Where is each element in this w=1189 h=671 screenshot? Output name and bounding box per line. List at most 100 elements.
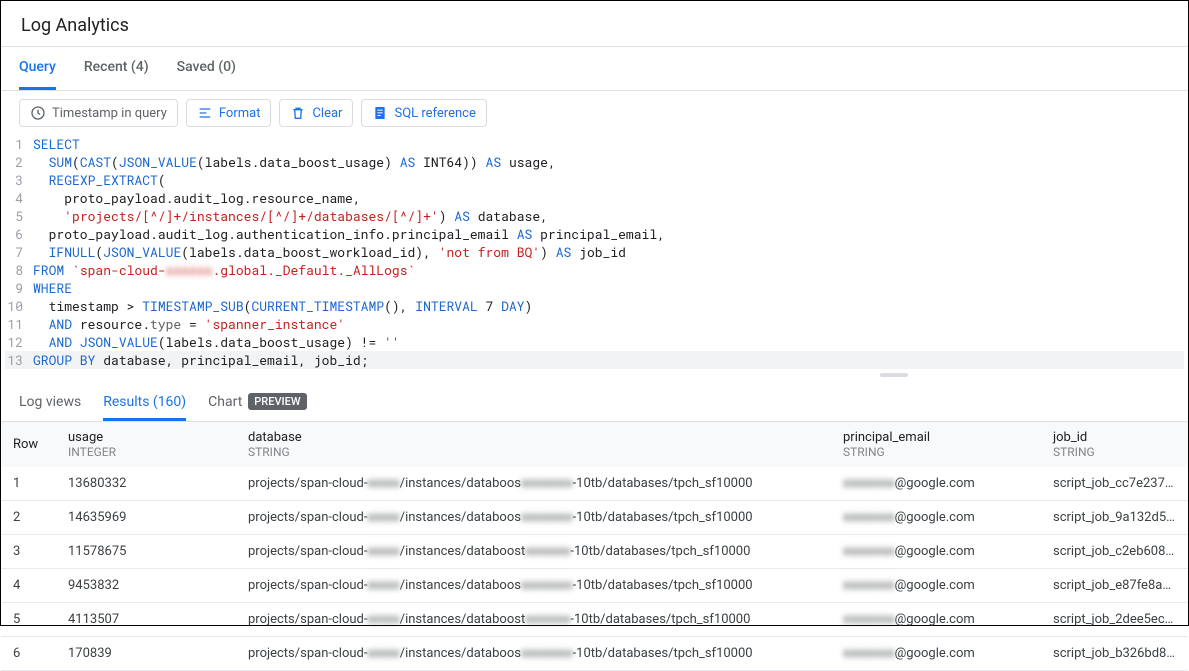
cell-usage: 4113507 [56, 603, 236, 637]
cell-database: projects/span-cloud-xxxxx/instances/data… [236, 501, 831, 535]
cell-job: script_job_9a132d5d7 [1041, 501, 1188, 535]
cell-job: script_job_cc7e237ba [1041, 467, 1188, 501]
line-number: 10 [5, 297, 33, 315]
cell-email: xxxxxxxx@google.com [831, 535, 1041, 569]
line-number: 7 [5, 243, 33, 261]
code-content: GROUP BY database, principal_email, job_… [33, 351, 368, 369]
results-table: RowusageINTEGERdatabaseSTRINGprincipal_e… [1, 422, 1188, 671]
code-line[interactable]: 9WHERE [5, 279, 1184, 297]
code-line[interactable]: 6 proto_payload.audit_log.authentication… [5, 225, 1184, 243]
code-content: proto_payload.audit_log.authentication_i… [33, 225, 665, 243]
table-row[interactable]: 214635969projects/span-cloud-xxxxx/insta… [1, 501, 1188, 535]
tab-results[interactable]: Results (160) [103, 386, 186, 421]
tab-log-views[interactable]: Log views [19, 386, 81, 421]
cell-email: xxxxxxxx@google.com [831, 603, 1041, 637]
code-content: AND resource.type = 'spanner_instance' [33, 315, 345, 333]
cell-row: 5 [1, 603, 56, 637]
code-line[interactable]: 1SELECT [5, 135, 1184, 153]
column-header[interactable]: usageINTEGER [56, 422, 236, 467]
tab-chart[interactable]: Chart PREVIEW [208, 385, 306, 421]
code-line[interactable]: 10 timestamp > TIMESTAMP_SUB(CURRENT_TIM… [5, 297, 1184, 315]
document-icon [372, 105, 388, 121]
sql-reference-button[interactable]: SQL reference [361, 99, 486, 127]
format-button[interactable]: Format [186, 99, 272, 127]
line-number: 12 [5, 333, 33, 351]
code-content: REGEXP_EXTRACT( [33, 171, 166, 189]
cell-usage: 13680332 [56, 467, 236, 501]
tab-recent-[interactable]: Recent (4) [84, 47, 149, 90]
clear-button[interactable]: Clear [279, 99, 353, 127]
cell-usage: 11578675 [56, 535, 236, 569]
code-line[interactable]: 12 AND JSON_VALUE(labels.data_boost_usag… [5, 333, 1184, 351]
cell-row: 3 [1, 535, 56, 569]
cell-database: projects/span-cloud-xxxxx/instances/data… [236, 637, 831, 671]
line-number: 3 [5, 171, 33, 189]
code-content: 'projects/[^/]+/instances/[^/]+/database… [33, 207, 548, 225]
sqlref-label: SQL reference [394, 106, 475, 121]
clear-label: Clear [312, 106, 342, 121]
preview-badge: PREVIEW [248, 393, 306, 410]
cell-job: script_job_b326bd8ef [1041, 637, 1188, 671]
cell-job: script_job_e87fe8a8a [1041, 569, 1188, 603]
table-row[interactable]: 54113507projects/span-cloud-xxxxx/instan… [1, 603, 1188, 637]
code-content: WHERE [33, 279, 72, 297]
resize-handle[interactable] [880, 373, 908, 377]
code-line[interactable]: 8FROM `span-cloud-xxxxxx.global._Default… [5, 261, 1184, 279]
table-row[interactable]: 49453832projects/span-cloud-xxxxx/instan… [1, 569, 1188, 603]
line-number: 6 [5, 225, 33, 243]
line-number: 5 [5, 207, 33, 225]
cell-row: 4 [1, 569, 56, 603]
sql-editor[interactable]: 1SELECT2 SUM(CAST(JSON_VALUE(labels.data… [1, 135, 1188, 373]
cell-database: projects/span-cloud-xxxxx/instances/data… [236, 535, 831, 569]
code-line[interactable]: 13GROUP BY database, principal_email, jo… [5, 351, 1184, 369]
cell-email: xxxxxxxx@google.com [831, 501, 1041, 535]
cell-database: projects/span-cloud-xxxxx/instances/data… [236, 467, 831, 501]
format-label: Format [219, 106, 261, 121]
top-tabs: Query Recent (4) Saved (0) [1, 47, 1188, 91]
line-number: 11 [5, 315, 33, 333]
tab-query[interactable]: Query [19, 47, 56, 90]
cell-usage: 9453832 [56, 569, 236, 603]
table-row[interactable]: 113680332projects/span-cloud-xxxxx/insta… [1, 467, 1188, 501]
cell-email: xxxxxxxx@google.com [831, 569, 1041, 603]
format-icon [197, 105, 213, 121]
tab-saved-[interactable]: Saved (0) [177, 47, 236, 90]
code-content: SELECT [33, 135, 80, 153]
timestamp-label: Timestamp in query [52, 106, 167, 121]
cell-database: projects/span-cloud-xxxxx/instances/data… [236, 603, 831, 637]
code-line[interactable]: 11 AND resource.type = 'spanner_instance… [5, 315, 1184, 333]
cell-job: script_job_2dee5ec16 [1041, 603, 1188, 637]
clock-icon [30, 105, 46, 121]
query-toolbar: Timestamp in query Format Clear SQL refe… [1, 91, 1188, 135]
cell-email: xxxxxxxx@google.com [831, 637, 1041, 671]
line-number: 13 [5, 351, 33, 369]
column-header[interactable]: principal_emailSTRING [831, 422, 1041, 467]
trash-icon [290, 105, 306, 121]
code-content: proto_payload.audit_log.resource_name, [33, 189, 361, 207]
code-line[interactable]: 4 proto_payload.audit_log.resource_name, [5, 189, 1184, 207]
column-header[interactable]: Row [1, 422, 56, 467]
code-line[interactable]: 7 IFNULL(JSON_VALUE(labels.data_boost_wo… [5, 243, 1184, 261]
cell-email: xxxxxxxx@google.com [831, 467, 1041, 501]
code-content: FROM `span-cloud-xxxxxx.global._Default.… [33, 261, 415, 279]
timestamp-button[interactable]: Timestamp in query [19, 99, 178, 127]
table-row[interactable]: 311578675projects/span-cloud-xxxxx/insta… [1, 535, 1188, 569]
cell-row: 2 [1, 501, 56, 535]
line-number: 1 [5, 135, 33, 153]
cell-database: projects/span-cloud-xxxxx/instances/data… [236, 569, 831, 603]
line-number: 9 [5, 279, 33, 297]
table-row[interactable]: 6170839projects/span-cloud-xxxxx/instanc… [1, 637, 1188, 671]
table-header-row: RowusageINTEGERdatabaseSTRINGprincipal_e… [1, 422, 1188, 467]
code-line[interactable]: 2 SUM(CAST(JSON_VALUE(labels.data_boost_… [5, 153, 1184, 171]
cell-job: script_job_c2eb60835 [1041, 535, 1188, 569]
code-line[interactable]: 3 REGEXP_EXTRACT( [5, 171, 1184, 189]
tab-chart-label: Chart [208, 394, 242, 410]
code-content: AND JSON_VALUE(labels.data_boost_usage) … [33, 333, 400, 351]
code-content: timestamp > TIMESTAMP_SUB(CURRENT_TIMEST… [33, 297, 532, 315]
column-header[interactable]: databaseSTRING [236, 422, 831, 467]
cell-row: 6 [1, 637, 56, 671]
cell-usage: 14635969 [56, 501, 236, 535]
table-body: 113680332projects/span-cloud-xxxxx/insta… [1, 467, 1188, 671]
column-header[interactable]: job_idSTRING [1041, 422, 1188, 467]
code-line[interactable]: 5 'projects/[^/]+/instances/[^/]+/databa… [5, 207, 1184, 225]
